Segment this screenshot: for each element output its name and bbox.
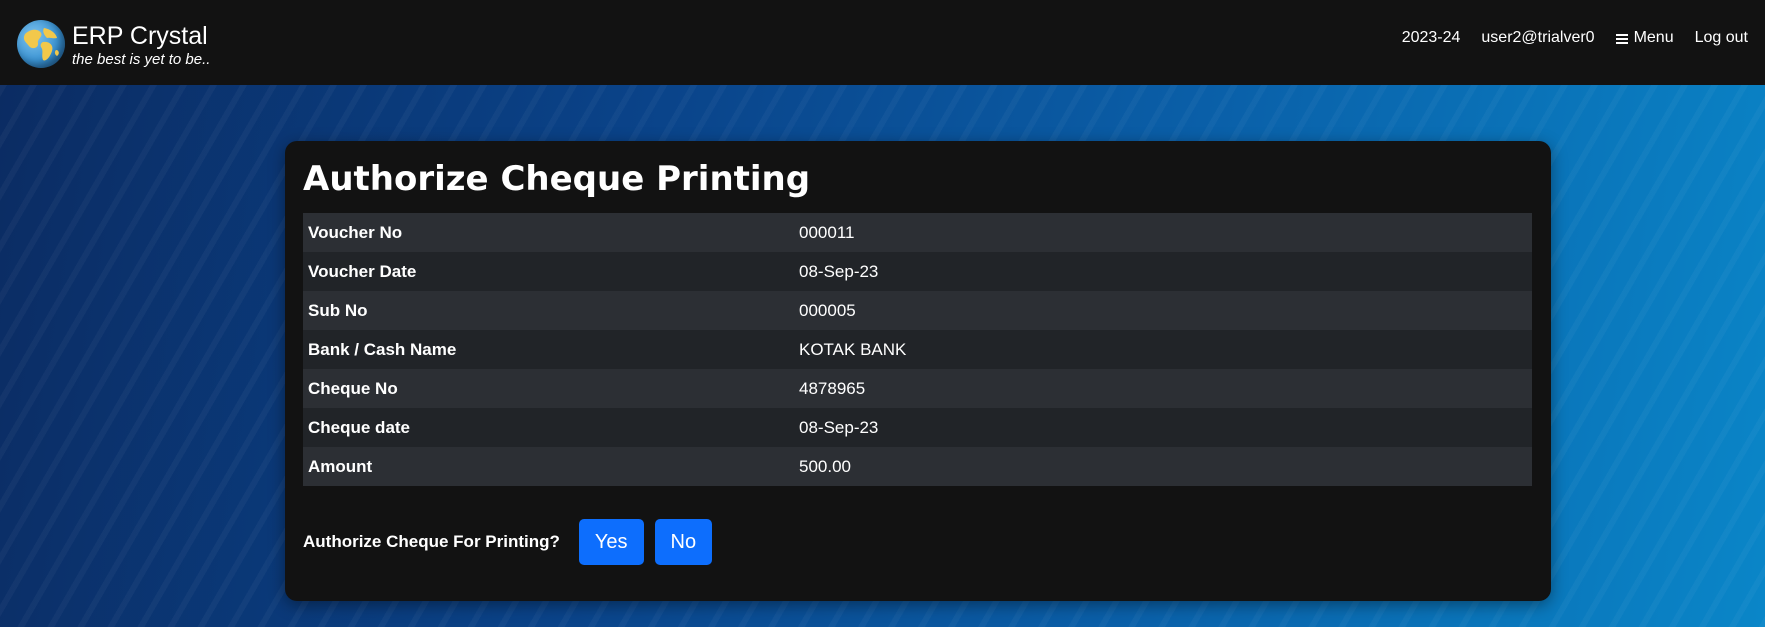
field-label: Voucher Date — [303, 252, 794, 291]
field-value: 4878965 — [794, 369, 1532, 408]
menu-button[interactable]: Menu — [1615, 29, 1674, 47]
field-label: Cheque No — [303, 369, 794, 408]
user-account[interactable]: user2@trialver0 — [1481, 29, 1594, 47]
authorize-row: Authorize Cheque For Printing? Yes No — [303, 519, 723, 565]
yes-button[interactable]: Yes — [578, 519, 644, 565]
globe-icon[interactable] — [17, 20, 65, 68]
page-title: Authorize Cheque Printing — [303, 159, 811, 199]
brand-name[interactable]: ERP Crystal — [72, 22, 208, 50]
no-button[interactable]: No — [654, 519, 713, 565]
table-row: Cheque No 4878965 — [303, 369, 1532, 408]
menu-label: Menu — [1633, 29, 1674, 46]
table-row: Sub No 000005 — [303, 291, 1532, 330]
field-value: 000011 — [794, 213, 1532, 252]
field-value: 500.00 — [794, 447, 1532, 486]
nav-right: 2023-24 user2@trialver0 Menu Log out — [1381, 29, 1748, 47]
top-navbar: ERP Crystal the best is yet to be.. 2023… — [0, 0, 1765, 85]
table-row: Voucher Date 08-Sep-23 — [303, 252, 1532, 291]
field-label: Voucher No — [303, 213, 794, 252]
authorize-prompt: Authorize Cheque For Printing? — [303, 532, 560, 551]
field-value: 000005 — [794, 291, 1532, 330]
brand-tagline: the best is yet to be.. — [72, 51, 211, 68]
field-label: Bank / Cash Name — [303, 330, 794, 369]
table-row: Bank / Cash Name KOTAK BANK — [303, 330, 1532, 369]
field-label: Sub No — [303, 291, 794, 330]
field-value: 08-Sep-23 — [794, 408, 1532, 447]
field-value: 08-Sep-23 — [794, 252, 1532, 291]
logout-link[interactable]: Log out — [1695, 29, 1748, 47]
field-value: KOTAK BANK — [794, 330, 1532, 369]
table-row: Amount 500.00 — [303, 447, 1532, 486]
authorize-cheque-card: Authorize Cheque Printing Voucher No 000… — [285, 141, 1551, 601]
table-row: Voucher No 000011 — [303, 213, 1532, 252]
table-row: Cheque date 08-Sep-23 — [303, 408, 1532, 447]
cheque-details-table: Voucher No 000011 Voucher Date 08-Sep-23… — [303, 213, 1532, 486]
fiscal-year[interactable]: 2023-24 — [1402, 29, 1461, 47]
field-label: Cheque date — [303, 408, 794, 447]
hamburger-icon — [1615, 34, 1628, 44]
field-label: Amount — [303, 447, 794, 486]
